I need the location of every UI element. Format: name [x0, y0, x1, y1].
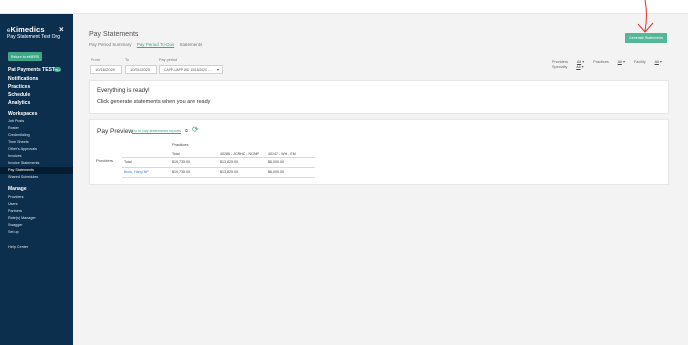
- refresh-icon[interactable]: ⟳: [192, 125, 199, 134]
- sidebar-item-credentialing[interactable]: Credentialing: [8, 132, 73, 139]
- notification-badge: 99+: [54, 67, 61, 72]
- table-row: Total $19,735.00 $13,825.00 $6,000.00: [122, 158, 315, 168]
- facility-filter[interactable]: Facility All ▾: [634, 60, 662, 64]
- sidebar-item-rates-manager[interactable]: Rate(s) Manager: [8, 215, 36, 222]
- table-row: Buck, Harry NP $19,735.00 $13,825.00 $6,…: [122, 168, 315, 178]
- sidebar-item-set-up[interactable]: Set up: [8, 229, 36, 236]
- breadcrumb: Pay Period Summary Pay Period To-Dos Sta…: [89, 42, 202, 47]
- ready-message: Click generate statements when you are r…: [97, 99, 211, 105]
- pay-preview-table: Total 40286 - JCRHC - NGNP 40147 - WH - …: [122, 152, 315, 178]
- brand-logo: eKimedics: [7, 25, 45, 34]
- amount-cell: $13,825.00: [220, 160, 238, 164]
- pay-statements-reports-link[interactable]: Go to pay statements reports: [132, 129, 181, 133]
- pay-period-label: Pay period: [159, 58, 178, 62]
- providers-filter[interactable]: Providers All ▾: [552, 60, 584, 64]
- column-header: 40147 - WH - EM: [268, 152, 296, 156]
- nav-analytics[interactable]: Analytics: [8, 99, 38, 107]
- sidebar-item-invoices[interactable]: Invoices: [8, 153, 73, 160]
- provider-link[interactable]: Buck, Harry NP: [124, 170, 149, 174]
- sidebar-item-roster[interactable]: Roster: [8, 125, 73, 132]
- column-header: 40286 - JCRHC - NGNP: [220, 152, 259, 156]
- sidebar-item-swagger[interactable]: Swagger: [8, 222, 36, 229]
- sidebar-item-partners[interactable]: Partners: [8, 208, 36, 215]
- sidebar: eKimedics × Pay Statement Test Org Retur…: [0, 14, 73, 345]
- workspaces-list: Job Posts Roster Credentialing Time Shee…: [0, 118, 73, 181]
- amount-cell: $19,735.00: [172, 160, 190, 164]
- sidebar-item-time-sheets[interactable]: Time Sheets: [8, 139, 73, 146]
- sidebar-item-others-approvals[interactable]: Other's Approvals: [8, 146, 73, 153]
- practices-header: Practices: [172, 142, 189, 147]
- generate-statements-button[interactable]: Generate Statements: [625, 33, 667, 43]
- help-center-link[interactable]: Help Center: [8, 245, 28, 249]
- pay-preview-title: Pay Preview: [97, 128, 134, 135]
- providers-header: Providers: [96, 158, 113, 163]
- close-icon[interactable]: ×: [59, 25, 64, 34]
- amount-cell: $19,735.00: [172, 170, 190, 174]
- workspaces-title: Workspaces: [8, 111, 38, 117]
- pay-preview-card: Pay Preview Go to pay statements reports…: [89, 119, 669, 185]
- column-header: Total: [172, 152, 180, 156]
- pay-payments-label[interactable]: Pat Payments TEST: [8, 67, 55, 73]
- provider-cell: Total: [124, 160, 132, 164]
- to-date-input[interactable]: 10/31/2020: [125, 65, 157, 74]
- sidebar-item-invoice-statements[interactable]: Invoice Statements: [8, 160, 73, 167]
- amount-cell: $6,000.00: [268, 160, 284, 164]
- amount-cell: $13,825.00: [220, 170, 238, 174]
- nav-notifications[interactable]: Notifications: [8, 75, 38, 83]
- sidebar-item-job-posts[interactable]: Job Posts: [8, 118, 73, 125]
- sidebar-item-users[interactable]: Users: [8, 201, 36, 208]
- main-nav: Notifications Practices Schedule Analyti…: [8, 75, 38, 107]
- breadcrumb-summary[interactable]: Pay Period Summary: [89, 42, 132, 47]
- external-link-icon[interactable]: ⧉: [185, 128, 188, 133]
- specialty-filter[interactable]: Specialty All ▾: [552, 65, 583, 69]
- sidebar-item-shared-schedules[interactable]: Shared Schedules: [8, 174, 73, 181]
- top-bar: [0, 0, 688, 14]
- manage-title: Manage: [8, 186, 27, 192]
- breadcrumb-todos[interactable]: Pay Period To-Dos: [137, 42, 174, 47]
- main-content: Pay Statements Pay Period Summary Pay Pe…: [73, 0, 688, 345]
- to-label: To: [125, 58, 130, 62]
- amount-cell: $6,000.00: [268, 170, 284, 174]
- nav-practices[interactable]: Practices: [8, 83, 38, 91]
- pay-period-select[interactable]: CAPP-UAPP WD 10/16/2020 - ... ▾: [159, 65, 223, 74]
- org-name: Pay Statement Test Org: [7, 34, 60, 40]
- manage-list: Providers Users Partners Rate(s) Manager…: [8, 194, 36, 236]
- breadcrumb-statements[interactable]: Statements: [179, 42, 202, 47]
- practices-filter[interactable]: Practices All ▾: [593, 60, 625, 64]
- sidebar-item-pay-statements[interactable]: Pay Statements: [0, 167, 73, 174]
- ready-card: Everything is ready! Click generate stat…: [89, 80, 669, 114]
- chevron-down-icon: ▾: [216, 67, 219, 72]
- from-label: From: [91, 58, 100, 62]
- arrow-annotation-icon: [637, 0, 654, 33]
- filters-bar: Providers All ▾ Practices All ▾ Facility…: [552, 59, 688, 69]
- sidebar-item-providers[interactable]: Providers: [8, 194, 36, 201]
- return-button[interactable]: Return to eMERS: [8, 52, 42, 61]
- from-date-input[interactable]: 10/16/2020: [90, 65, 122, 74]
- page-title: Pay Statements: [89, 31, 139, 38]
- nav-schedule[interactable]: Schedule: [8, 91, 38, 99]
- ready-heading: Everything is ready!: [97, 88, 150, 94]
